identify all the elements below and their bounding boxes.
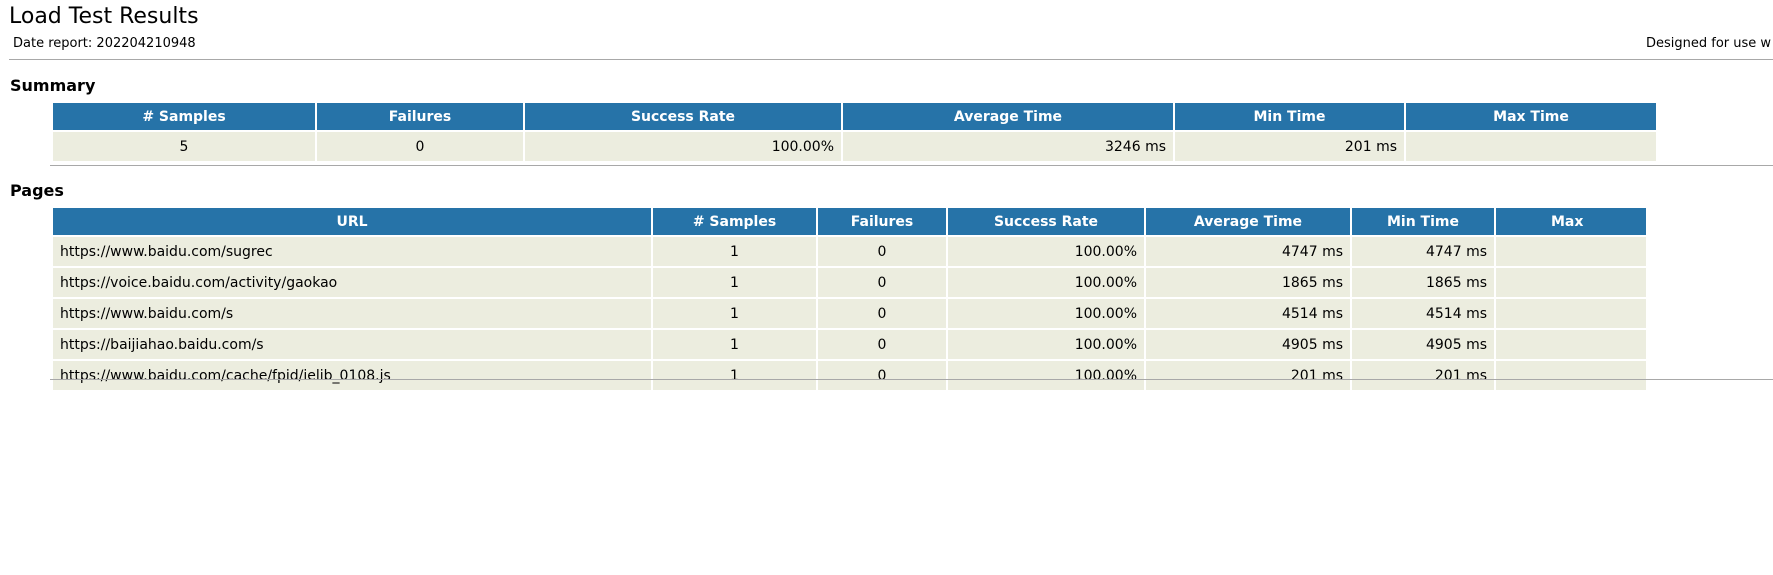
summary-col-samples: # Samples [53,103,315,130]
pages-col-url: URL [53,208,651,235]
summary-average-time: 3246 ms [843,132,1173,161]
table-row: https://www.baidu.com/s 1 0 100.00% 4514… [53,299,1646,328]
summary-header-row: # Samples Failures Success Rate Average … [53,103,1656,130]
summary-table: # Samples Failures Success Rate Average … [51,101,1658,163]
summary-min-time: 201 ms [1175,132,1404,161]
page-title: Load Test Results [9,4,199,29]
header-divider [9,59,1773,60]
page-success-rate: 100.00% [948,237,1144,266]
page-url: https://baijiahao.baidu.com/s [53,330,651,359]
pages-col-max-time: Max [1496,208,1646,235]
summary-col-success-rate: Success Rate [525,103,841,130]
summary-samples: 5 [53,132,315,161]
page-failures: 0 [818,237,946,266]
page-success-rate: 100.00% [948,330,1144,359]
summary-max-time [1406,132,1656,161]
page-min-time: 1865 ms [1352,268,1494,297]
table-row: https://www.baidu.com/sugrec 1 0 100.00%… [53,237,1646,266]
table-row: https://www.baidu.com/cache/fpid/ielib_0… [53,361,1646,390]
page-samples: 1 [653,361,816,390]
page-failures: 0 [818,299,946,328]
page-max-time [1496,237,1646,266]
page-url: https://www.baidu.com/s [53,299,651,328]
page-max-time [1496,330,1646,359]
page-max-time [1496,361,1646,390]
summary-failures: 0 [317,132,523,161]
page-min-time: 4514 ms [1352,299,1494,328]
summary-divider [50,165,1773,166]
page-min-time: 201 ms [1352,361,1494,390]
report-page: Load Test Results Date report: 202204210… [0,0,1773,575]
pages-col-min-time: Min Time [1352,208,1494,235]
summary-col-min-time: Min Time [1175,103,1404,130]
page-samples: 1 [653,330,816,359]
pages-col-average-time: Average Time [1146,208,1350,235]
designed-for-note: Designed for use w [1646,36,1772,51]
page-failures: 0 [818,361,946,390]
page-success-rate: 100.00% [948,299,1144,328]
page-samples: 1 [653,299,816,328]
page-average-time: 1865 ms [1146,268,1350,297]
date-report: Date report: 202204210948 [13,36,196,51]
page-url: https://www.baidu.com/sugrec [53,237,651,266]
pages-col-success-rate: Success Rate [948,208,1144,235]
pages-divider [50,379,1773,380]
pages-col-failures: Failures [818,208,946,235]
page-max-time [1496,299,1646,328]
page-samples: 1 [653,237,816,266]
pages-header-row: URL # Samples Failures Success Rate Aver… [53,208,1646,235]
page-max-time [1496,268,1646,297]
table-row: https://baijiahao.baidu.com/s 1 0 100.00… [53,330,1646,359]
summary-heading: Summary [10,76,96,95]
page-average-time: 4905 ms [1146,330,1350,359]
summary-col-average-time: Average Time [843,103,1173,130]
page-failures: 0 [818,268,946,297]
page-success-rate: 100.00% [948,268,1144,297]
page-samples: 1 [653,268,816,297]
pages-heading: Pages [10,181,64,200]
summary-col-max-time: Max Time [1406,103,1656,130]
page-url: https://www.baidu.com/cache/fpid/ielib_0… [53,361,651,390]
pages-table: URL # Samples Failures Success Rate Aver… [51,206,1648,392]
summary-col-failures: Failures [317,103,523,130]
page-url: https://voice.baidu.com/activity/gaokao [53,268,651,297]
table-row: 5 0 100.00% 3246 ms 201 ms [53,132,1656,161]
page-average-time: 4747 ms [1146,237,1350,266]
page-average-time: 4514 ms [1146,299,1350,328]
page-average-time: 201 ms [1146,361,1350,390]
page-min-time: 4905 ms [1352,330,1494,359]
page-min-time: 4747 ms [1352,237,1494,266]
pages-col-samples: # Samples [653,208,816,235]
page-failures: 0 [818,330,946,359]
summary-success-rate: 100.00% [525,132,841,161]
table-row: https://voice.baidu.com/activity/gaokao … [53,268,1646,297]
page-success-rate: 100.00% [948,361,1144,390]
